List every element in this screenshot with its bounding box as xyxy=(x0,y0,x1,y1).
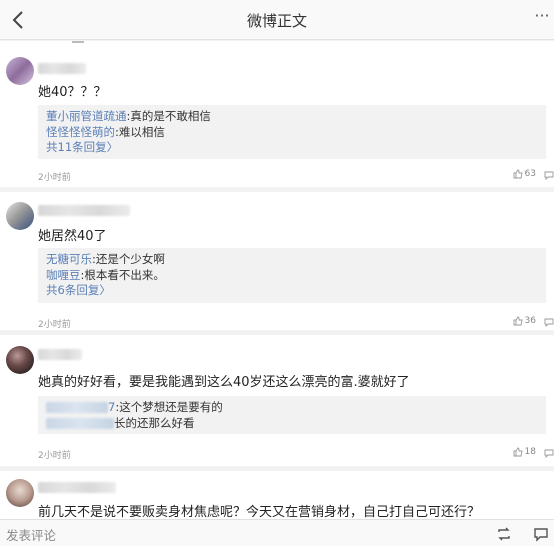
view-more-replies-link[interactable]: 共6条回复〉 xyxy=(46,283,538,299)
thumbs-up-icon xyxy=(513,447,523,457)
reply-author[interactable]: 怪怪怪怪萌的 xyxy=(46,125,115,139)
more-options-button[interactable]: ··· xyxy=(532,8,552,32)
username[interactable] xyxy=(38,205,130,216)
username[interactable] xyxy=(38,63,86,74)
avatar[interactable] xyxy=(6,57,34,85)
reply-author[interactable] xyxy=(46,402,108,413)
comment-text: 她居然40了 xyxy=(38,229,107,244)
comment-feed[interactable]: 她40？？？ 董小丽管道疏通:真的是不敢相信 怪怪怪怪萌的:难以相信 共11条回… xyxy=(0,41,554,519)
timestamp: 2小时前 xyxy=(38,451,71,461)
page-title: 微博正文 xyxy=(246,12,307,30)
reply-author[interactable]: 咖喱豆 xyxy=(46,268,81,282)
reply-text: :真的是不敢相信 xyxy=(126,109,211,123)
reply-author[interactable] xyxy=(46,417,114,429)
comment-text: 她40？？？ xyxy=(38,85,107,100)
reply-preview[interactable]: 7:这个梦想还是要有的 长的还那么好看 xyxy=(38,396,546,434)
reply-preview[interactable]: 无糖可乐:还是个少女啊 咖喱豆:根本看不出来。 共6条回复〉 xyxy=(38,248,546,303)
reply-line: 长的还那么好看 xyxy=(46,416,538,432)
avatar[interactable] xyxy=(6,346,34,374)
comment-item: 她真的好好看，要是我能遇到这么40岁还这么漂亮的富.婆就好了 7:这个梦想还是要… xyxy=(0,335,554,466)
timestamp: 2小时前 xyxy=(38,173,71,183)
reply-text: :根本看不出来。 xyxy=(80,267,165,282)
avatar[interactable] xyxy=(6,202,34,230)
comment-item: 前几天不是说不要贩卖身材焦虑呢？今天又在营销身材，自己打自己可还行？ xyxy=(0,471,554,519)
reply-line: 咖喱豆:根本看不出来。 xyxy=(46,268,538,284)
reply-text: 长的还那么好看 xyxy=(114,415,195,430)
reply-text: :难以相信 xyxy=(115,124,165,139)
view-more-replies-link[interactable]: 共11条回复〉 xyxy=(46,140,538,156)
reply-text: :这个梦想还是要有的 xyxy=(115,400,223,414)
comment-text: 她真的好好看，要是我能遇到这么40岁还这么漂亮的富.婆就好了 xyxy=(38,375,410,390)
reply-preview[interactable]: 董小丽管道疏通:真的是不敢相信 怪怪怪怪萌的:难以相信 共11条回复〉 xyxy=(38,105,546,159)
reply-author[interactable]: 董小丽管道疏通 xyxy=(46,109,127,123)
bottom-comment-bar: 发表评论 xyxy=(0,519,554,546)
reply-line: 无糖可乐:还是个少女啊 xyxy=(46,252,538,268)
comment-item: 她居然40了 无糖可乐:还是个少女啊 咖喱豆:根本看不出来。 共6条回复〉 2小… xyxy=(0,192,554,330)
like-button[interactable]: 63 xyxy=(513,169,536,179)
timestamp: 2小时前 xyxy=(38,320,71,330)
comment-input[interactable]: 发表评论 xyxy=(6,525,56,544)
reply-line: 怪怪怪怪萌的:难以相信 xyxy=(46,125,538,141)
reply-text: :还是个少女啊 xyxy=(92,252,165,266)
like-count: 36 xyxy=(524,316,536,326)
reply-line: 董小丽管道疏通:真的是不敢相信 xyxy=(46,109,538,125)
top-nav-bar: 微博正文 ··· xyxy=(0,0,554,40)
avatar[interactable] xyxy=(6,479,34,507)
comment-bubble-icon[interactable] xyxy=(544,317,554,327)
thumbs-up-icon xyxy=(513,316,523,326)
reply-author[interactable]: 无糖可乐 xyxy=(46,252,92,266)
divider xyxy=(72,41,84,43)
comment-item: 她40？？？ 董小丽管道疏通:真的是不敢相信 怪怪怪怪萌的:难以相信 共11条回… xyxy=(0,41,554,187)
like-button[interactable]: 36 xyxy=(513,316,536,326)
like-count: 63 xyxy=(524,169,536,179)
username[interactable] xyxy=(38,482,116,493)
like-count: 18 xyxy=(524,447,536,457)
like-button[interactable]: 18 xyxy=(513,447,536,457)
thumbs-up-icon xyxy=(513,169,523,179)
reply-line: 7:这个梦想还是要有的 xyxy=(46,400,538,416)
username[interactable] xyxy=(38,349,82,360)
comment-bubble-icon[interactable] xyxy=(533,526,549,542)
repost-icon[interactable] xyxy=(496,526,512,542)
comment-bubble-icon[interactable] xyxy=(544,448,554,458)
comment-bubble-icon[interactable] xyxy=(544,170,554,180)
comment-text: 前几天不是说不要贩卖身材焦虑呢？今天又在营销身材，自己打自己可还行？ xyxy=(38,505,481,519)
